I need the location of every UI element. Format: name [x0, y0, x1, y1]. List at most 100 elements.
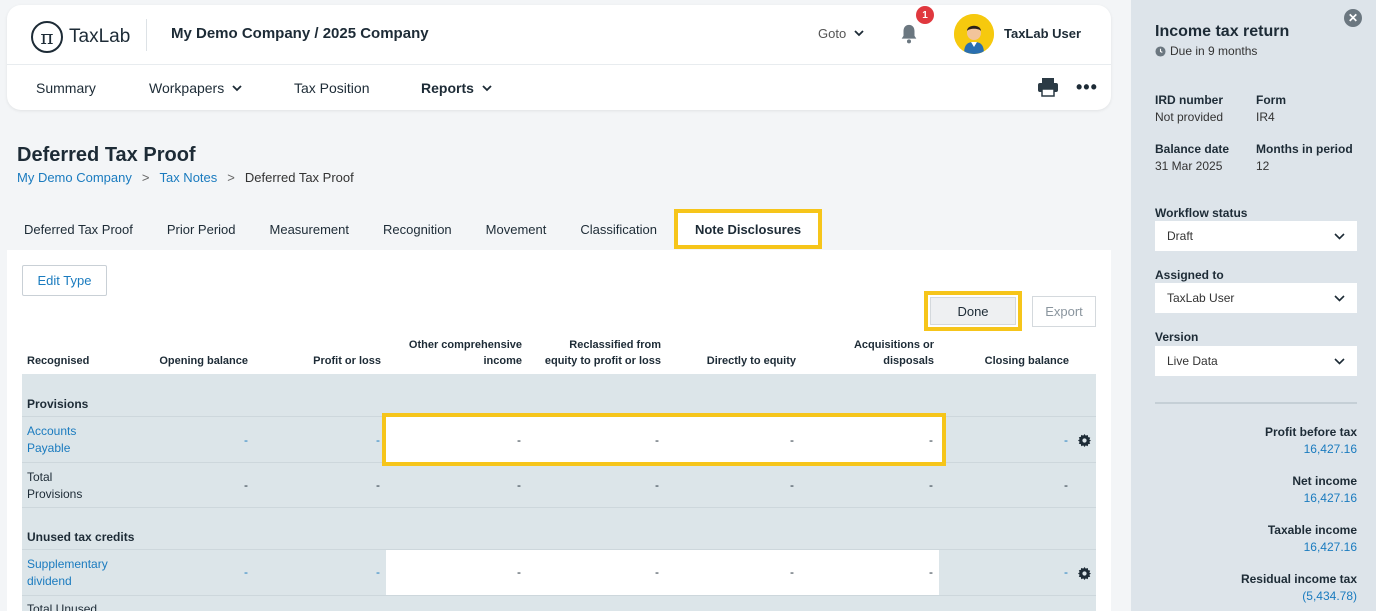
cell-acquisitions[interactable]: -: [903, 433, 933, 447]
row-supplementary-dividend[interactable]: Supplementary dividend: [27, 556, 108, 590]
more-options-icon[interactable]: •••: [1076, 77, 1098, 98]
edit-type-button[interactable]: Edit Type: [22, 265, 107, 296]
logo-text: TaxLab: [69, 26, 131, 47]
chevron-down-icon: [1334, 232, 1345, 240]
tax-return-sidebar: ✕ Income tax return Due in 9 months IRD …: [1131, 0, 1376, 611]
residual-income-tax-value[interactable]: (5,434.78): [1302, 589, 1357, 603]
editable-cells-bg: [386, 550, 939, 595]
balance-date-label: Balance date: [1155, 142, 1230, 156]
nav-tax-position[interactable]: Tax Position: [294, 80, 369, 96]
net-income-value[interactable]: 16,427.16: [1304, 491, 1357, 505]
due-text: Due in 9 months: [1170, 44, 1258, 58]
bell-icon[interactable]: [898, 23, 920, 45]
cell-equity[interactable]: -: [764, 565, 794, 579]
cell-profit[interactable]: -: [350, 433, 380, 447]
avatar[interactable]: [954, 14, 994, 54]
cell-oci: -: [517, 478, 521, 492]
months-label: Months in period: [1256, 142, 1353, 156]
taxlab-logo[interactable]: π TaxLab: [31, 19, 130, 55]
breadcrumb-company[interactable]: My Demo Company: [17, 170, 132, 185]
assigned-label: Assigned to: [1155, 268, 1224, 282]
header-acq-line1: Acquisitions or: [853, 339, 934, 351]
header-oci-line1: Other comprehensive: [408, 339, 522, 351]
cell-reclass[interactable]: -: [629, 565, 659, 579]
page-title: Deferred Tax Proof: [17, 144, 196, 166]
form-label: Form: [1256, 93, 1286, 107]
row-label-line2: Provisions: [27, 487, 83, 501]
cell-opening[interactable]: -: [218, 565, 248, 579]
chevron-down-icon: [1334, 294, 1345, 302]
cell-acquisitions[interactable]: -: [903, 565, 933, 579]
done-button[interactable]: Done: [930, 297, 1016, 325]
taxable-income-value[interactable]: 16,427.16: [1304, 540, 1357, 554]
nav-reports[interactable]: Reports: [421, 80, 492, 96]
chevron-down-icon: [1334, 357, 1345, 365]
assigned-select[interactable]: TaxLab User: [1155, 283, 1357, 313]
due-status: Due in 9 months: [1155, 44, 1257, 58]
residual-income-tax-label: Residual income tax: [1240, 572, 1357, 586]
export-button[interactable]: Export: [1032, 296, 1096, 327]
cell-oci[interactable]: -: [491, 565, 521, 579]
header-directly-to-equity: Directly to equity: [706, 355, 796, 367]
tab-deferred-tax-proof[interactable]: Deferred Tax Proof: [7, 209, 150, 249]
breadcrumb-separator: >: [141, 170, 150, 185]
header-closing-balance: Closing balance: [984, 355, 1069, 367]
assigned-value: TaxLab User: [1167, 291, 1235, 305]
tab-bar: Deferred Tax Proof Prior Period Measurem…: [7, 209, 823, 249]
user-name[interactable]: TaxLab User: [1004, 26, 1081, 41]
sidebar-divider: [1155, 402, 1357, 404]
gear-icon[interactable]: [1078, 434, 1091, 447]
section-provisions: Provisions: [27, 397, 89, 411]
cell-reclass[interactable]: -: [629, 433, 659, 447]
cell-closing[interactable]: -: [1038, 565, 1068, 579]
cell-equity[interactable]: -: [764, 433, 794, 447]
header-oci: Other comprehensive income: [382, 337, 522, 369]
row-accounts-payable[interactable]: Accounts Payable: [27, 423, 76, 457]
workflow-select[interactable]: Draft: [1155, 221, 1357, 251]
cell-profit[interactable]: -: [350, 565, 380, 579]
row-label-line1: Total: [27, 470, 53, 484]
row-total-unused: Total Unused: [27, 602, 98, 611]
cell-opening: -: [244, 478, 248, 492]
workflow-label: Workflow status: [1155, 206, 1248, 220]
nav-reports-label: Reports: [421, 80, 474, 96]
profit-before-tax-label: Profit before tax: [1264, 425, 1357, 439]
nav-summary[interactable]: Summary: [36, 80, 96, 96]
version-select[interactable]: Live Data: [1155, 346, 1357, 376]
ird-value: Not provided: [1155, 110, 1224, 124]
breadcrumb-tax-notes[interactable]: Tax Notes: [159, 170, 217, 185]
row-divider: [22, 507, 1096, 508]
company-title: My Demo Company / 2025 Company: [171, 25, 429, 42]
taxable-income-label: Taxable income: [1267, 523, 1357, 537]
row-label-line1: Accounts: [27, 424, 77, 438]
profit-before-tax-value[interactable]: 16,427.16: [1304, 442, 1357, 456]
breadcrumb: My Demo Company > Tax Notes > Deferred T…: [17, 170, 354, 185]
nav-workpapers[interactable]: Workpapers: [149, 80, 242, 96]
header-divider: [146, 19, 147, 51]
cell-acquisitions: -: [929, 478, 933, 492]
tab-movement[interactable]: Movement: [469, 209, 564, 249]
header-opening-balance: Opening balance: [159, 355, 248, 367]
header-separator: [7, 64, 1111, 65]
tab-classification[interactable]: Classification: [563, 209, 674, 249]
tab-prior-period[interactable]: Prior Period: [150, 209, 253, 249]
header-profit-or-loss: Profit or loss: [313, 355, 381, 367]
breadcrumb-current: Deferred Tax Proof: [244, 170, 354, 185]
goto-label: Goto: [818, 26, 847, 41]
close-icon[interactable]: ✕: [1344, 9, 1362, 27]
cell-opening[interactable]: -: [218, 433, 248, 447]
goto-dropdown[interactable]: Goto: [818, 26, 864, 41]
cell-oci[interactable]: -: [491, 433, 521, 447]
tab-recognition[interactable]: Recognition: [366, 209, 469, 249]
chevron-down-icon: [232, 84, 242, 91]
gear-icon[interactable]: [1078, 567, 1091, 580]
header-reclass-line2: equity to profit or loss: [544, 355, 661, 367]
tab-note-disclosures[interactable]: Note Disclosures: [673, 209, 823, 249]
chevron-down-icon: [854, 30, 864, 37]
printer-icon[interactable]: [1037, 77, 1059, 97]
cell-closing[interactable]: -: [1038, 433, 1068, 447]
highlight-box: [382, 413, 946, 466]
version-value: Live Data: [1167, 354, 1218, 368]
form-value: IR4: [1256, 110, 1275, 124]
tab-measurement[interactable]: Measurement: [253, 209, 366, 249]
